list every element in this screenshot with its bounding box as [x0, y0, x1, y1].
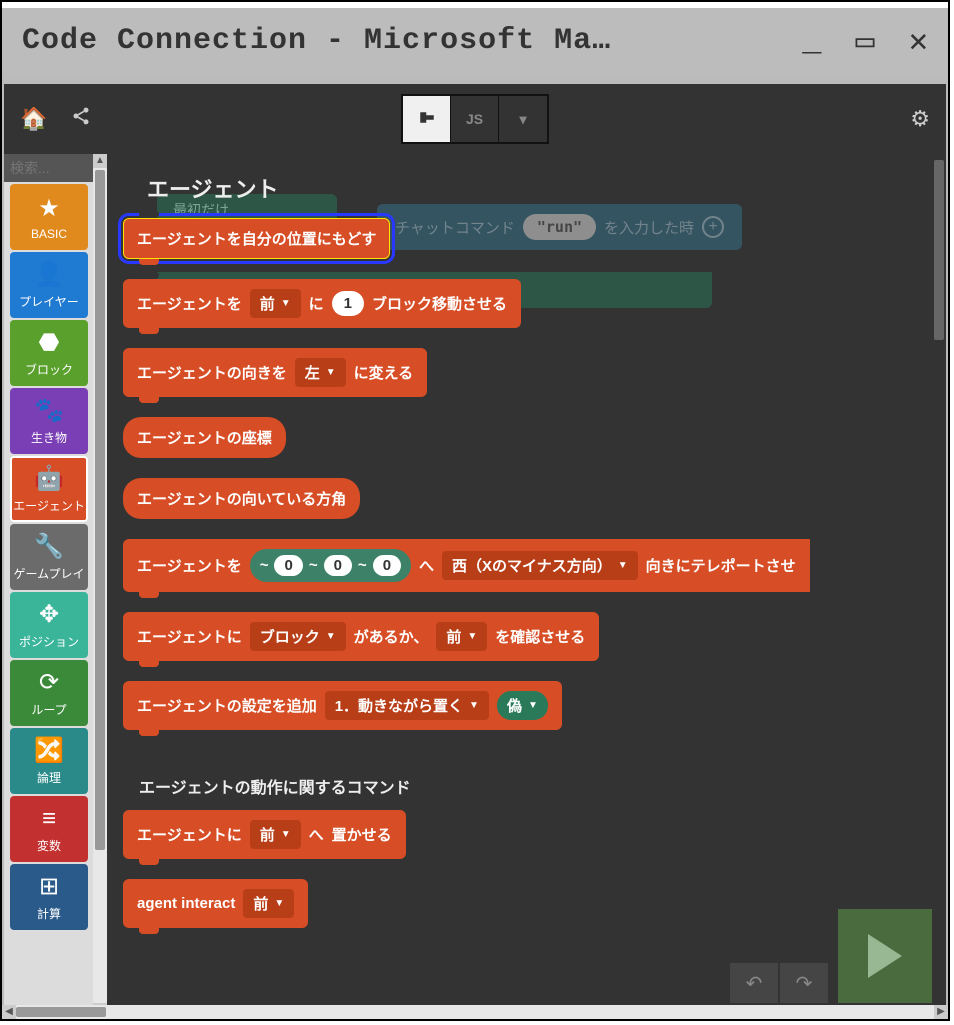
block-agent-setting[interactable]: エージェントの設定を追加 1．動きながら置く▼ 偽▼ — [123, 681, 562, 730]
category-label: ブロック — [25, 361, 73, 378]
setting-value-dropdown[interactable]: 偽▼ — [497, 691, 548, 720]
category-basic[interactable]: ★ BASIC — [10, 184, 88, 250]
js-tab[interactable]: JS — [451, 96, 499, 142]
category-sidebar: ★ BASIC 👤 プレイヤー ⬣ ブロック 🐾 生き物 🤖 エージェント 🔧 ゲームプレイ ✥ ポジショ… — [4, 154, 93, 1017]
loop-icon: ⟳ — [39, 668, 59, 697]
category-math[interactable]: ⊞ 計算 — [10, 864, 88, 930]
category-block[interactable]: ⬣ ブロック — [10, 320, 88, 386]
category-label: 変数 — [37, 837, 61, 854]
tp-facing-dropdown[interactable]: 西（Xのマイナス方向）▼ — [442, 551, 638, 580]
sidebar-scrollbar[interactable]: ▲ ▼ — [93, 154, 107, 1017]
maximize-button[interactable]: ▭ — [855, 21, 874, 61]
category-label: エージェント — [13, 497, 85, 514]
move-count-input[interactable]: 1 — [332, 291, 364, 316]
turn-direction-dropdown[interactable]: 左▼ — [295, 358, 346, 387]
block-agent-turn[interactable]: エージェントの向きを 左▼ に変える — [123, 348, 427, 397]
coord-input[interactable]: ~0 ~0 ~0 — [250, 549, 411, 582]
category-label: 計算 — [37, 905, 61, 922]
block-agent-move[interactable]: エージェントを 前▼ に 1 ブロック移動させる — [123, 279, 521, 328]
category-label: 論理 — [37, 769, 61, 786]
category-logic[interactable]: 🔀 論理 — [10, 728, 88, 794]
block-agent-interact[interactable]: agent interact 前▼ — [123, 879, 308, 928]
block-agent-position[interactable]: エージェントの座標 — [123, 417, 286, 458]
redo-button[interactable]: ↷ — [780, 963, 828, 1003]
category-label: ゲームプレイ — [14, 565, 85, 582]
detect-what-dropdown[interactable]: ブロック▼ — [250, 622, 346, 651]
detect-dir-dropdown[interactable]: 前▼ — [436, 622, 487, 651]
category-label: ループ — [31, 701, 66, 718]
category-position[interactable]: ✥ ポジション — [10, 592, 88, 658]
minimize-button[interactable]: _ — [802, 23, 821, 60]
math-icon: ⊞ — [39, 872, 59, 901]
more-tab[interactable]: ▾ — [499, 96, 547, 142]
block-agent-detect[interactable]: エージェントに ブロック▼ があるか、 前▼ を確認させる — [123, 612, 599, 661]
gear-icon[interactable]: ⚙ — [910, 106, 930, 131]
interact-dir-dropdown[interactable]: 前▼ — [243, 889, 294, 918]
category-label: BASIC — [31, 227, 67, 241]
category-label: 生き物 — [31, 429, 67, 446]
section-title: エージェント — [107, 154, 946, 218]
mob-icon: 🐾 — [34, 396, 64, 425]
category-player[interactable]: 👤 プレイヤー — [10, 252, 88, 318]
place-dir-dropdown[interactable]: 前▼ — [250, 820, 301, 849]
block-palette: 最初だけ チャットコマンド "run" を入力した時 + エージェント エージェ… — [107, 154, 946, 1017]
horizontal-scrollbar[interactable]: ◀ ▶ — [2, 1005, 948, 1019]
search-input[interactable] — [4, 154, 93, 182]
titlebar: Code Connection - Microsoft Ma… _ ▭ ✕ — [2, 2, 948, 74]
close-button[interactable]: ✕ — [909, 21, 928, 61]
agent-icon: 🤖 — [34, 464, 64, 493]
category-label: プレイヤー — [19, 293, 79, 310]
gameplay-icon: 🔧 — [34, 532, 64, 561]
blocks-tab[interactable] — [403, 96, 451, 142]
logic-icon: 🔀 — [34, 736, 64, 765]
basic-icon: ★ — [38, 194, 60, 223]
setting-option-dropdown[interactable]: 1．動きながら置く▼ — [325, 691, 489, 720]
share-icon[interactable] — [71, 106, 91, 132]
player-icon: 👤 — [34, 260, 64, 289]
category-variable[interactable]: ≡ 変数 — [10, 796, 88, 862]
category-loop[interactable]: ⟳ ループ — [10, 660, 88, 726]
move-direction-dropdown[interactable]: 前▼ — [250, 289, 301, 318]
block-icon: ⬣ — [39, 328, 60, 357]
block-agent-teleport[interactable]: エージェントを ~0 ~0 ~0 へ 西（Xのマイナス方向）▼ 向きにテレポート… — [123, 539, 810, 592]
category-label: ポジション — [19, 633, 79, 650]
toolbar: 🏠 JS ▾ ⚙ — [4, 84, 946, 154]
window-title: Code Connection - Microsoft Ma… — [22, 24, 802, 58]
category-mob[interactable]: 🐾 生き物 — [10, 388, 88, 454]
block-agent-place[interactable]: エージェントに 前▼ へ 置かせる — [123, 810, 406, 859]
variable-icon: ≡ — [42, 805, 56, 833]
block-agent-teleport-self[interactable]: エージェントを自分の位置にもどす — [123, 218, 390, 259]
play-button[interactable] — [838, 909, 932, 1003]
section-subtitle: エージェントの動作に関するコマンド — [123, 750, 946, 810]
category-agent[interactable]: 🤖 エージェント — [10, 456, 88, 522]
position-icon: ✥ — [39, 600, 59, 629]
undo-button[interactable]: ↶ — [730, 963, 778, 1003]
category-gameplay[interactable]: 🔧 ゲームプレイ — [10, 524, 88, 590]
home-icon[interactable]: 🏠 — [20, 106, 47, 132]
block-agent-facing[interactable]: エージェントの向いている方角 — [123, 478, 360, 519]
